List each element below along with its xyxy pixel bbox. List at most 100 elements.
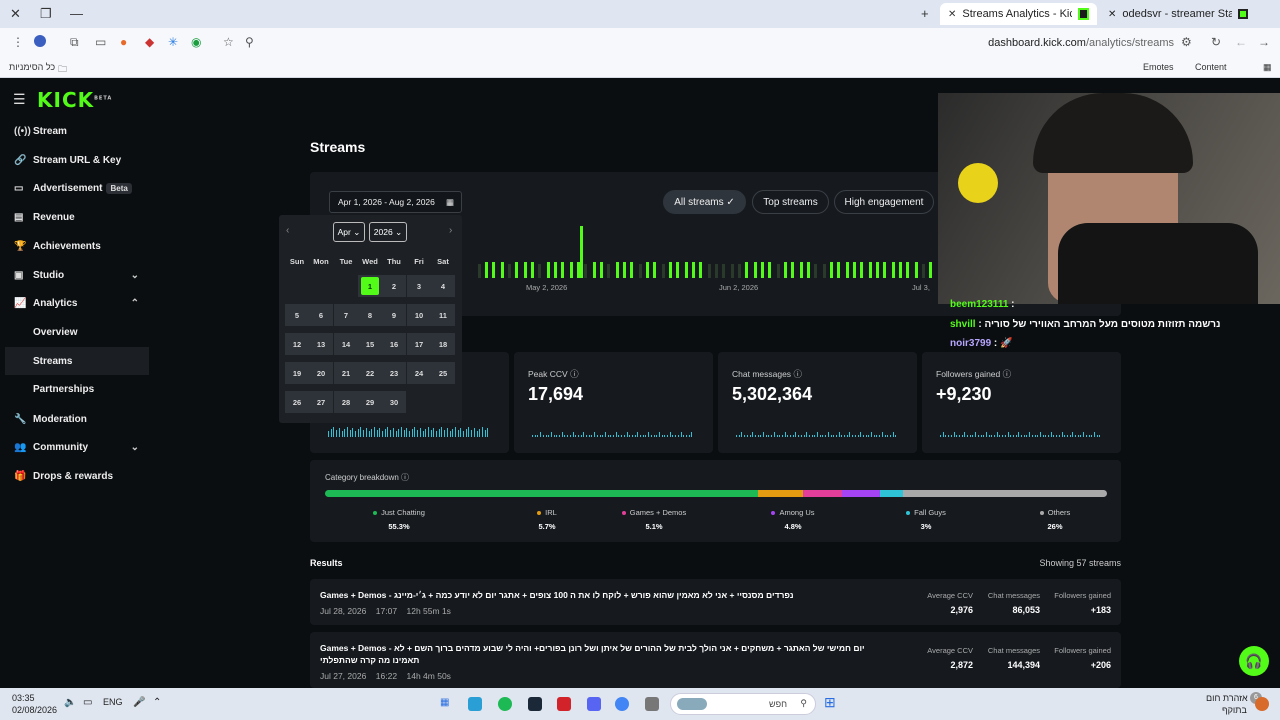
weather-sun-icon[interactable] (1255, 697, 1269, 711)
chart-bar[interactable] (646, 262, 649, 278)
new-tab-icon[interactable]: + (921, 6, 929, 21)
telegram-icon[interactable] (468, 697, 482, 711)
chart-bar[interactable] (561, 262, 564, 278)
chart-bar[interactable] (768, 262, 771, 278)
chart-bar[interactable] (600, 262, 603, 278)
chart-bar[interactable] (570, 262, 573, 278)
back-icon[interactable]: → (1258, 35, 1270, 49)
calendar-day[interactable]: 7 (334, 304, 358, 326)
chart-bar[interactable] (653, 262, 656, 278)
reload-icon[interactable]: ↻ (1211, 35, 1221, 49)
chart-bar[interactable] (853, 262, 856, 278)
month-select[interactable]: Apr ⌄ (333, 222, 365, 242)
chart-bar[interactable] (478, 264, 481, 278)
chart-bar[interactable] (876, 262, 879, 278)
table-row[interactable]: Games + Demos - נפרדים מסנסיי + אני לא מ… (310, 579, 1121, 625)
calendar-day[interactable]: 27 (309, 391, 333, 413)
extensions-icon[interactable]: ⧉ (70, 35, 79, 50)
calendar-day[interactable]: 26 (285, 391, 309, 413)
chart-bar[interactable] (524, 262, 527, 278)
extension-shield-icon[interactable]: ◆ (145, 35, 154, 49)
category-segment[interactable] (842, 490, 880, 497)
bookmark-star-icon[interactable]: ☆ (223, 35, 234, 49)
chart-bar[interactable] (754, 262, 757, 278)
category-segment[interactable] (880, 490, 904, 497)
calendar-day[interactable]: 8 (358, 304, 382, 326)
sidebar-item-revenue[interactable]: ▤ Revenue (0, 203, 149, 231)
sidebar-item-achievements[interactable]: 🏆 Achievements (0, 232, 149, 260)
calendar-day[interactable]: 11 (431, 304, 455, 326)
chart-bar[interactable] (837, 262, 840, 278)
calendar-day[interactable]: 30 (382, 391, 406, 413)
calendar-day[interactable]: 10 (407, 304, 431, 326)
chart-bar[interactable] (492, 262, 495, 278)
app-red-icon[interactable] (557, 697, 571, 711)
kick-logo[interactable]: KICKBETA (37, 88, 112, 112)
chart-bar[interactable] (630, 262, 633, 278)
spotify-icon[interactable] (498, 697, 512, 711)
calendar-day[interactable]: 17 (407, 333, 431, 355)
category-segment[interactable] (757, 490, 803, 497)
year-select[interactable]: 2026 ⌄ (369, 222, 407, 242)
filter-high-engagement[interactable]: High engagement (834, 190, 934, 214)
calendar-day[interactable]: 4 (431, 275, 455, 297)
category-segment[interactable] (325, 490, 758, 497)
language-indicator[interactable]: ENG (103, 697, 123, 707)
chart-bar[interactable] (722, 264, 725, 278)
calendar-day[interactable]: 28 (334, 391, 358, 413)
taskbar-search[interactable]: חפש ⚲ (670, 693, 816, 715)
chart-bar[interactable] (584, 264, 587, 278)
chart-bar[interactable] (607, 264, 610, 278)
bookmark-content[interactable]: Content (1195, 62, 1227, 72)
chart-bar[interactable] (554, 262, 557, 278)
calendar-day[interactable]: 14 (334, 333, 358, 355)
calendar-day[interactable]: 18 (431, 333, 455, 355)
calendar-day[interactable]: 24 (407, 362, 431, 384)
chart-bar[interactable] (892, 262, 895, 278)
apps-grid-icon[interactable]: ▦ (1263, 62, 1272, 73)
chart-bar[interactable] (929, 262, 932, 278)
chart-bar[interactable] (915, 262, 918, 278)
chart-bar[interactable] (807, 262, 810, 278)
chart-bar[interactable] (639, 264, 642, 278)
clock-date[interactable]: 02/08/2026 (12, 705, 57, 715)
tab-close-icon[interactable]: ✕ (1108, 9, 1116, 20)
sidebar-item-stream[interactable]: ((•)) Stream (0, 117, 149, 145)
next-month-icon[interactable]: › (449, 225, 452, 236)
tab-search-icon[interactable]: ▭ (95, 35, 106, 49)
calendar-day[interactable]: 15 (358, 333, 382, 355)
site-settings-icon[interactable]: ⚙ (1181, 35, 1192, 49)
calendar-day[interactable]: 29 (358, 391, 382, 413)
chart-bar[interactable] (715, 264, 718, 278)
category-segment[interactable] (903, 490, 1107, 497)
chart-bar[interactable] (485, 262, 488, 278)
date-range-picker[interactable]: Apr 1, 2026 - Aug 2, 2026 ▦ (329, 191, 462, 213)
calendar-day[interactable]: 12 (285, 333, 309, 355)
chart-bar[interactable] (538, 264, 541, 278)
chevron-up-icon[interactable]: ⌃ (153, 697, 161, 708)
tab-close-icon[interactable]: ✕ (948, 9, 956, 20)
chart-bar[interactable] (846, 262, 849, 278)
minimize-window-icon[interactable]: — (70, 6, 83, 21)
calendar-day[interactable]: 20 (309, 362, 333, 384)
close-window-icon[interactable]: ✕ (10, 6, 21, 22)
calendar-day[interactable]: 5 (285, 304, 309, 326)
file-explorer-icon[interactable] (645, 697, 659, 711)
sidebar-item-analytics[interactable]: 📈 Analytics ⌃ (0, 289, 149, 317)
calendar-day[interactable]: 3 (407, 275, 431, 297)
sidebar-item-partnerships[interactable]: Partnerships (0, 375, 149, 403)
sidebar-item-advertisement[interactable]: ▭ Advertisement Beta (0, 174, 149, 202)
sidebar-item-community[interactable]: 👥 Community ⌄ (0, 433, 149, 461)
tab-streams-analytics[interactable]: ✕ Streams Analytics - Kick Dashb (940, 3, 1097, 25)
chart-bar[interactable] (699, 262, 702, 278)
category-segment[interactable] (802, 490, 843, 497)
calendar-day[interactable]: 19 (285, 362, 309, 384)
weather-subtitle[interactable]: בתוקף (1222, 705, 1247, 715)
menu-dots-icon[interactable]: ⋮ (12, 35, 24, 49)
chart-bar[interactable] (692, 262, 695, 278)
extension-fire-icon[interactable]: ● (120, 35, 127, 49)
restore-window-icon[interactable]: ❐ (40, 6, 52, 22)
clock-time[interactable]: 03:35 (12, 693, 35, 703)
url-text[interactable]: dashboard.kick.com/analytics/streams (988, 37, 1174, 49)
chart-bar[interactable] (814, 264, 817, 278)
